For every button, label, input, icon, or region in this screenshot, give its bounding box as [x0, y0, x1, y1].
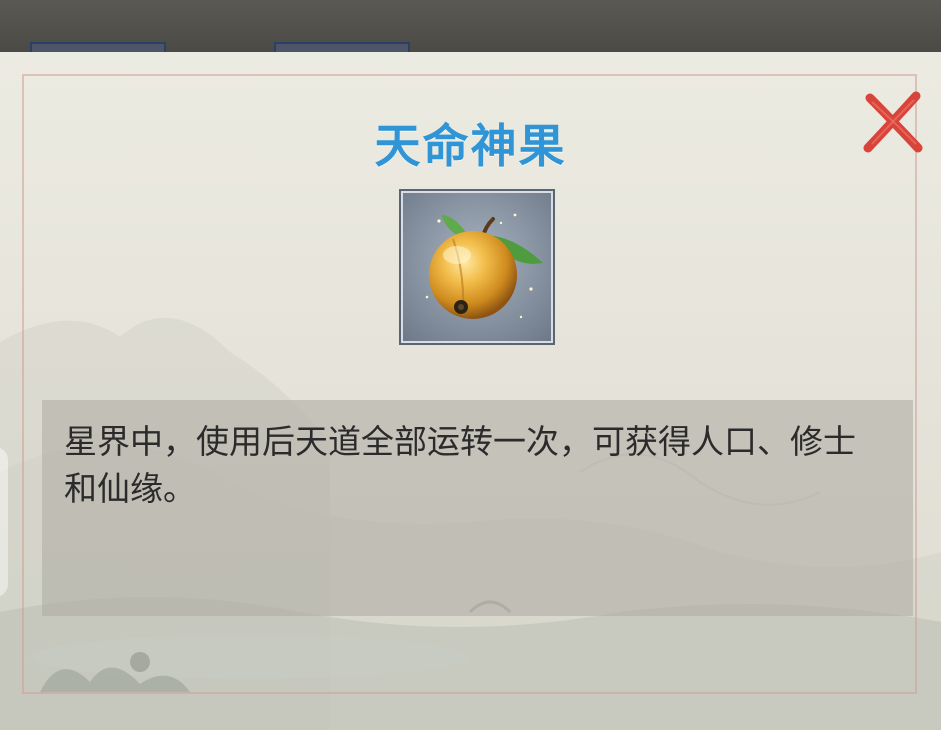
- close-x-icon: [863, 91, 923, 153]
- item-description: 星界中，使用后天道全部运转一次，可获得人口、修士和仙缘。: [64, 422, 856, 508]
- item-title: 天命神果: [374, 119, 567, 173]
- description-panel: 星界中，使用后天道全部运转一次，可获得人口、修士和仙缘。: [42, 400, 913, 616]
- golden-fruit-icon: [425, 213, 543, 319]
- side-scroll-handle[interactable]: [0, 447, 8, 597]
- item-info-dialog: 天命神果 星界中，使用后天道全部运转一次，可获得人口、修士和仙缘。: [0, 52, 941, 730]
- close-button[interactable]: [858, 90, 928, 156]
- item-icon-slot: [399, 189, 555, 345]
- top-bar-background: [0, 0, 941, 58]
